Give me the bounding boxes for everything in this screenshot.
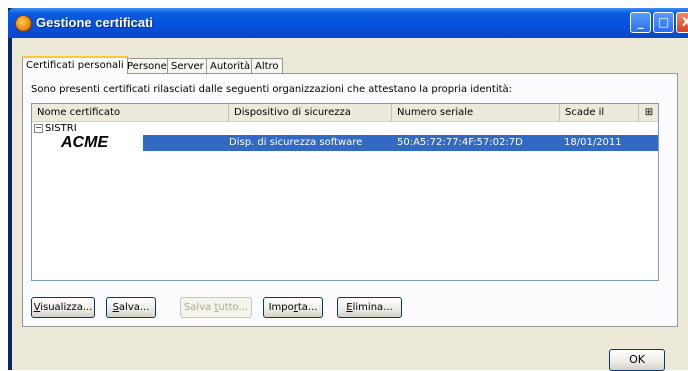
collapse-icon[interactable]: − xyxy=(34,123,43,133)
tab-autorita[interactable]: Autorità xyxy=(206,58,255,73)
firefox-icon xyxy=(15,15,32,32)
cell-expires: 18/01/2011 xyxy=(564,137,622,148)
close-button[interactable]: X xyxy=(676,12,688,33)
view-button[interactable]: Visualizza... xyxy=(31,297,95,318)
tab-persone[interactable]: Persone xyxy=(123,58,171,73)
minimize-button[interactable]: _ xyxy=(630,12,651,33)
certificate-manager-window: Gestione certificati _ □ X Certificati p… xyxy=(8,8,688,371)
window-title: Gestione certificati xyxy=(36,15,154,30)
column-header-serial[interactable]: Numero seriale xyxy=(392,104,560,121)
tab-server[interactable]: Server xyxy=(167,58,208,73)
tree-header: Nome certificato Dispositivo di sicurezz… xyxy=(32,104,658,122)
maximize-button[interactable]: □ xyxy=(653,12,674,33)
column-header-expires[interactable]: Scade il xyxy=(560,104,639,121)
column-header-name[interactable]: Nome certificato xyxy=(32,104,229,121)
cell-device: Disp. di sicurezza software xyxy=(229,137,363,148)
panel-description: Sono presenti certificati rilasciati dal… xyxy=(31,84,513,95)
column-picker-icon[interactable]: ⊞ xyxy=(639,104,659,121)
certificate-row[interactable]: ACME Disp. di sicurezza software 50:A5:7… xyxy=(32,135,658,151)
title-bar[interactable]: Gestione certificati _ □ X xyxy=(8,8,688,38)
dialog-body: Certificati personali Persone Server Aut… xyxy=(12,38,688,371)
group-label: SISTRI xyxy=(45,123,77,134)
save-button[interactable]: Salva... xyxy=(106,297,156,318)
ok-button[interactable]: OK xyxy=(609,349,665,371)
save-all-button[interactable]: Salva tutto... xyxy=(180,297,252,318)
cell-serial: 50:A5:72:77:4F:57:02:7D xyxy=(397,137,523,148)
row-selection: Disp. di sicurezza software 50:A5:72:77:… xyxy=(143,135,658,151)
certificate-name: ACME xyxy=(61,134,109,151)
certificate-tree[interactable]: Nome certificato Dispositivo di sicurezz… xyxy=(31,103,659,281)
tab-panel: Sono presenti certificati rilasciati dal… xyxy=(22,73,678,327)
import-button[interactable]: Importa... xyxy=(263,297,323,318)
column-header-device[interactable]: Dispositivo di sicurezza xyxy=(229,104,392,121)
delete-button[interactable]: Elimina... xyxy=(337,297,402,318)
tab-altro[interactable]: Altro xyxy=(251,58,283,73)
tab-certificati-personali[interactable]: Certificati personali xyxy=(22,56,128,74)
